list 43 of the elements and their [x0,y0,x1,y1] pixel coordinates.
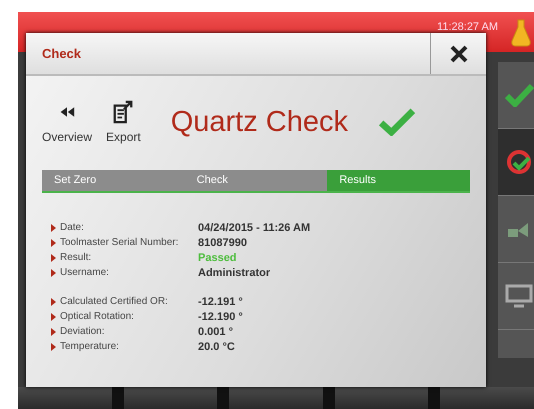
bullet-icon [51,298,56,306]
step-tab[interactable]: Check [184,170,328,191]
field-value: Administrator [198,266,270,278]
field-label: Date: [60,222,85,233]
field-value: -12.191 ° [198,296,243,308]
field-value: Passed [198,252,237,264]
check-icon [378,108,416,136]
field-label: Calculated Certified OR: [60,296,169,307]
bullet-icon [51,342,56,350]
step-tab[interactable]: Set Zero [42,170,185,191]
clock-time: 11:28:27 AM [437,21,498,33]
field-label: Deviation: [60,326,106,337]
bottom-bar-button[interactable] [124,387,218,409]
bullet-icon [51,224,56,232]
dialog-title: Check [41,46,82,61]
field-value: 81087990 [198,236,247,248]
check-heading: Quartz Check [170,106,348,138]
bottom-bar-button[interactable] [334,387,428,409]
field-value: 20.0 °C [198,340,235,352]
bottom-bar-button[interactable] [440,387,534,409]
field-value: 0.001 ° [198,326,233,338]
step-tab[interactable]: Results [327,170,470,191]
field-label: Toolmaster Serial Number: [60,237,180,248]
field-value: -12.190 ° [198,310,243,322]
check-icon[interactable] [504,83,534,107]
bullet-icon [51,328,56,336]
close-icon [448,44,468,64]
field-label: Result: [60,252,92,263]
bottle-icon [510,18,532,48]
bullet-icon [51,254,56,262]
bullet-icon [51,312,56,320]
bottom-bar-button[interactable] [18,387,112,409]
field-label: Temperature: [60,341,120,352]
bullet-icon [51,238,56,246]
bullet-icon [51,268,56,276]
export-button[interactable]: Export [102,100,145,144]
field-value: 04/24/2015 - 11:26 AM [198,222,310,234]
bottom-bar-button[interactable] [229,387,323,409]
field-label: Optical Rotation: [60,311,135,322]
export-icon [112,100,134,124]
field-label: Username: [60,267,110,278]
overview-button[interactable]: Overview [38,100,96,144]
monitor-icon[interactable] [504,283,534,309]
